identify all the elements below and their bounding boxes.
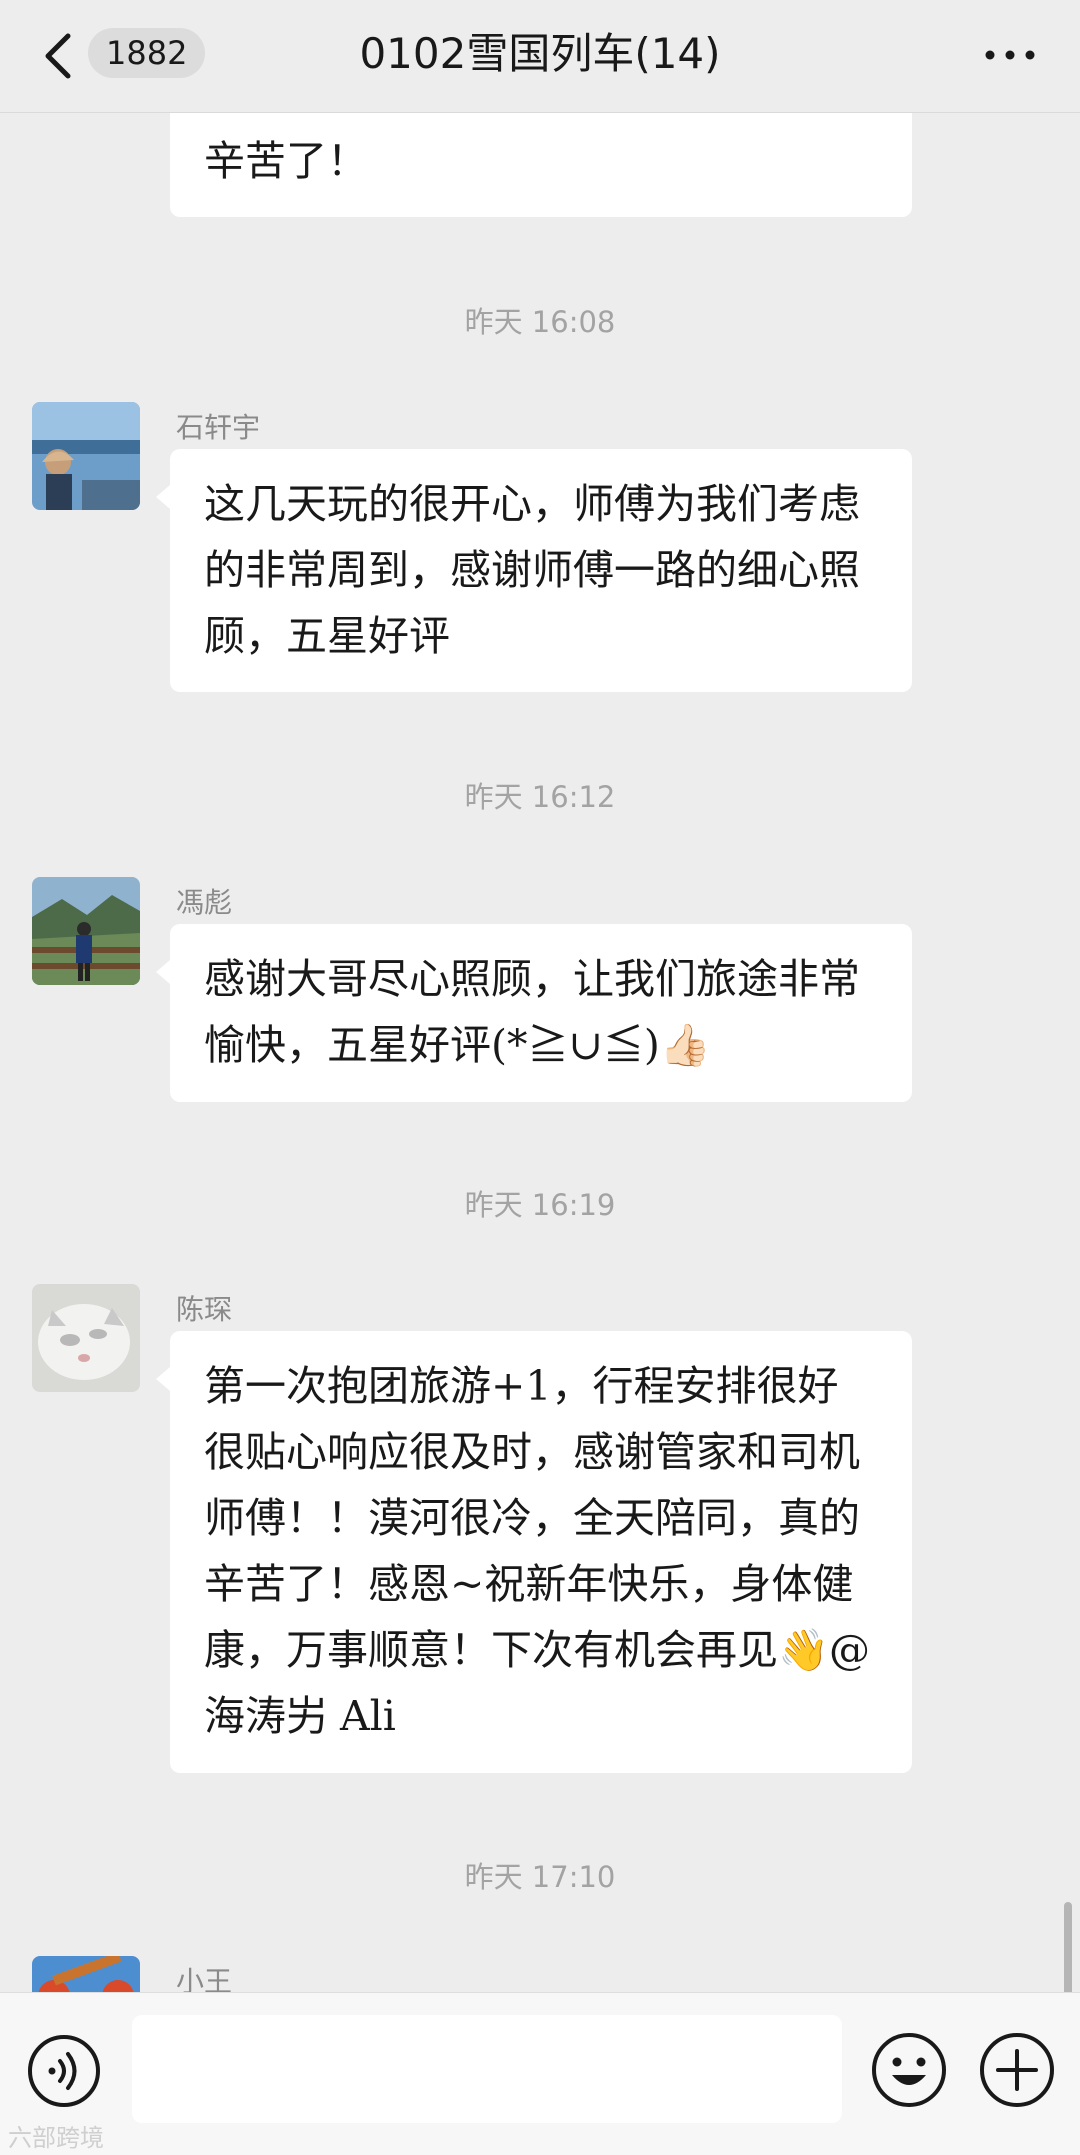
timestamp: 昨天 16:08 bbox=[464, 305, 616, 339]
avatar[interactable] bbox=[32, 1284, 140, 1392]
scrollbar[interactable] bbox=[1064, 1902, 1072, 1992]
message-bubble[interactable]: 辛苦了！ bbox=[170, 112, 912, 217]
message-list[interactable]: 辛苦了！ 昨天 16:08 石轩宇 这几天玩的很开心，师傅为我们考虑的非常周到，… bbox=[0, 112, 1080, 1992]
avatar-photo bbox=[32, 1956, 140, 1992]
chat-header: 1882 0102雪国列车(14) bbox=[0, 0, 1080, 113]
message-text: 这几天玩的很开心，师傅为我们考虑的非常周到，感谢师傅一路的细心照顾，五星好评 bbox=[204, 480, 860, 660]
sender-name: 小王 bbox=[176, 1965, 233, 1992]
sender-name: 陈琛 bbox=[176, 1293, 233, 1326]
message-text: 感谢大哥尽心照顾，让我们旅途非常愉快，五星好评(*≧∪≦)👍🏻 bbox=[204, 955, 860, 1069]
back-arrow-icon[interactable] bbox=[34, 26, 84, 86]
timestamp: 昨天 17:10 bbox=[464, 1860, 616, 1894]
timestamp: 昨天 16:19 bbox=[464, 1188, 616, 1222]
timestamp: 昨天 16:12 bbox=[464, 780, 616, 814]
message-input[interactable] bbox=[132, 2015, 842, 2123]
unread-count-badge[interactable]: 1882 bbox=[88, 28, 206, 78]
message-bubble[interactable]: 感谢大哥尽心照顾，让我们旅途非常愉快，五星好评(*≧∪≦)👍🏻 bbox=[156, 924, 912, 1102]
chat-title: 0102雪国列车(14) bbox=[359, 29, 721, 78]
voice-input-icon[interactable] bbox=[26, 2033, 102, 2109]
message-text: 辛苦了！ bbox=[204, 137, 368, 185]
message-bubble[interactable]: 这几天玩的很开心，师傅为我们考虑的非常周到，感谢师傅一路的细心照顾，五星好评 bbox=[156, 449, 912, 692]
sender-name: 馮彪 bbox=[176, 886, 233, 919]
avatar-photo bbox=[32, 402, 140, 510]
sender-name: 石轩宇 bbox=[176, 411, 261, 444]
avatar-photo bbox=[32, 877, 140, 985]
avatar[interactable] bbox=[32, 402, 140, 510]
more-options-icon[interactable] bbox=[980, 30, 1040, 80]
emoji-icon[interactable] bbox=[870, 2031, 948, 2109]
avatar-photo bbox=[32, 1284, 140, 1392]
more-functions-plus-icon[interactable] bbox=[978, 2031, 1056, 2109]
avatar[interactable] bbox=[32, 877, 140, 985]
input-bar bbox=[0, 1992, 1080, 2155]
avatar[interactable] bbox=[32, 1956, 140, 1992]
watermark: 六部跨境 bbox=[8, 2124, 104, 2152]
message-text: 第一次抱团旅游+1，行程安排很好很贴心响应很及时，感谢管家和司机师傅！！漠河很冷… bbox=[204, 1362, 871, 1740]
message-bubble[interactable]: 第一次抱团旅游+1，行程安排很好很贴心响应很及时，感谢管家和司机师傅！！漠河很冷… bbox=[156, 1331, 912, 1773]
